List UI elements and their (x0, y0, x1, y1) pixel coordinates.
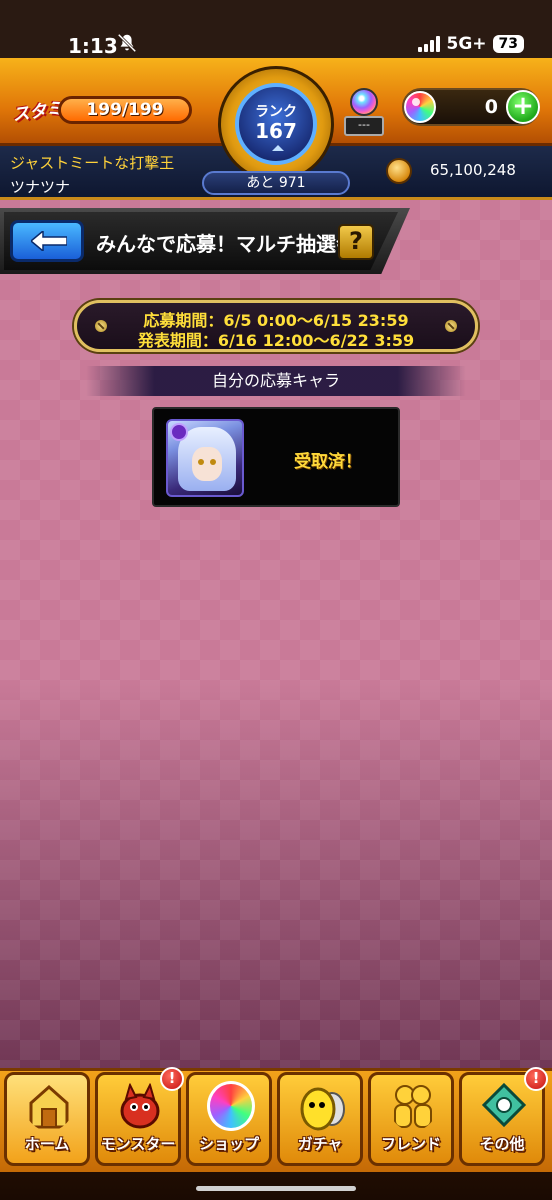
period-info: 応募期間：6/5 0:00〜6/15 23:59 発表期間：6/16 12:00… (74, 300, 478, 352)
dark-element-icon (170, 423, 188, 441)
portrait-face (192, 447, 222, 481)
alert-badge: ! (524, 1067, 548, 1091)
status-right: 5G+ 73 (418, 34, 524, 54)
home-indicator[interactable] (196, 1186, 356, 1191)
main-content: みんなで応募！マルチ抽選会 ? 応募期間：6/5 0:00〜6/15 23:59… (0, 200, 552, 1068)
rank-badge[interactable]: ランク 167 (218, 66, 334, 182)
title-banner: みんなで応募！マルチ抽選会 ? (0, 208, 410, 274)
page-title: みんなで応募！マルチ抽選会 (96, 232, 356, 256)
friend-icon (394, 1085, 432, 1128)
gold-amount: 65,100,248 (430, 161, 516, 179)
nav-home[interactable]: ホーム (4, 1072, 90, 1166)
nav-label: フレンド (380, 1135, 441, 1153)
gacha-icon (300, 1087, 345, 1131)
rank-remaining: あと 971 (202, 171, 350, 195)
player-name: ツナツナ (10, 178, 71, 196)
nav-label: その他 (479, 1135, 525, 1153)
shop-icon (207, 1081, 255, 1131)
nav-shop[interactable]: ショップ (186, 1072, 272, 1166)
nav-label: モンスター (100, 1135, 176, 1153)
player-title: ジャストミートな打撃王 (10, 154, 175, 172)
alert-badge: ! (160, 1067, 184, 1091)
character-portrait (166, 419, 244, 497)
status-time: 1:13 (68, 34, 118, 58)
battery-icon: 73 (492, 35, 524, 53)
signal-icon (418, 36, 441, 52)
nav-monster[interactable]: モンスター ! (95, 1067, 184, 1166)
stamina-value: 199/199 (86, 100, 164, 120)
rank-label: ランク (255, 104, 297, 120)
announce-period: 発表期間：6/16 12:00〜6/22 3:59 (137, 331, 415, 350)
nav-gacha[interactable]: ガチャ (277, 1072, 363, 1166)
nav-friend[interactable]: フレンド (368, 1072, 454, 1166)
game-header: スタミナ 199/199 ランク 167 あと 971 --- 0 + ジャスト… (0, 58, 552, 200)
gold-coin-icon (386, 158, 412, 184)
bottom-nav: ホーム モンスター ! ショップ ガチャ フレンド その他 ! (0, 1067, 552, 1200)
portrait-eye (198, 459, 204, 465)
back-arrow-icon (31, 231, 67, 251)
rank-up-arrow-icon (272, 145, 284, 151)
section-title: 自分の応募キャラ (86, 366, 466, 396)
received-status: 受取済！ (294, 452, 362, 472)
nav-label: ショップ (198, 1135, 259, 1153)
nav-other[interactable]: その他 ! (459, 1067, 548, 1166)
status-bar: 1:13 5G+ 73 (0, 0, 552, 58)
other-icon (481, 1082, 527, 1128)
add-orb-button[interactable]: + (506, 90, 540, 124)
entry-character-card[interactable]: 受取済！ (152, 407, 400, 507)
network-type: 5G+ (446, 34, 487, 54)
portrait-eye (210, 459, 216, 465)
rank-value: 167 (255, 119, 297, 143)
nav-label: ガチャ (297, 1135, 343, 1153)
mute-bell-icon (117, 33, 137, 53)
orb-glass-icon (350, 88, 378, 116)
nav-label: ホーム (24, 1135, 70, 1153)
orb-counter[interactable]: 0 + (402, 88, 540, 126)
hourglass-meter: --- (344, 116, 384, 136)
stamina-bar[interactable]: 199/199 (58, 96, 192, 124)
help-button[interactable]: ? (338, 224, 374, 260)
hourglass-icon[interactable]: --- (344, 88, 384, 136)
back-button[interactable] (10, 220, 84, 262)
orb-count: 0 (484, 96, 498, 118)
rainbow-orb-icon (404, 91, 436, 123)
home-icon (29, 1084, 69, 1129)
rank-inner: ランク 167 (235, 83, 317, 165)
monster-icon (120, 1082, 160, 1129)
